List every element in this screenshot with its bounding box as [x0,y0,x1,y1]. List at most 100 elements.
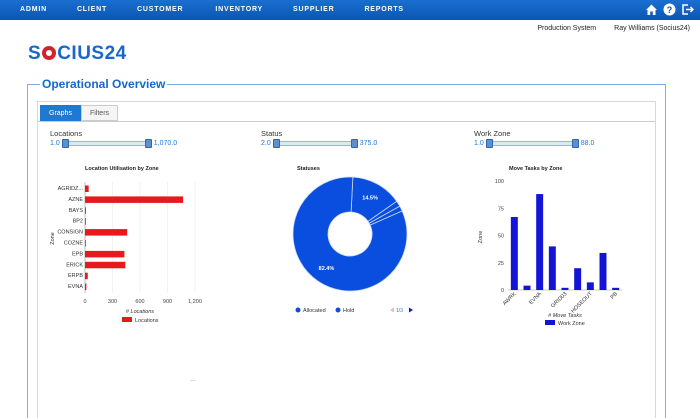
x-tick-label: 900 [163,299,172,305]
work-zone-max-value: 88.0 [580,140,595,147]
bar [85,250,125,258]
tab-bar: Graphs Filters [40,105,119,121]
help-icon[interactable]: ? [663,3,676,16]
legend-swatch [335,307,341,313]
svg-text:?: ? [667,5,673,15]
statuses-pie-chart: 82.4% 14.5% Allocated Hold 1/3 [292,176,413,314]
bar [85,229,128,236]
bar [536,194,544,290]
divider-dash [190,380,196,381]
locations-max-value: 1,070.0 [153,140,178,147]
y-tick-label: ERICK [66,262,83,268]
locations-label: Locations [50,129,83,138]
system-name: Production System [537,25,597,32]
x-tick-label: 300 [108,299,117,305]
bar [612,287,620,290]
y-tick-label: EVNA [68,284,83,290]
y-tick-label: BAYS [69,208,84,214]
legend-label: Allocated [303,308,326,314]
status-slider: Status 2.0 375.0 [261,129,378,148]
y-tick-label: CONSIGN [57,230,83,236]
x-tick-label: GRID03 [550,291,568,309]
bar [548,246,556,290]
nav-customer[interactable]: CUSTOMER [131,0,189,20]
page-title: Operational Overview [40,77,168,91]
locations-min-value: 1.0 [50,140,60,147]
x-axis-label: # Locations [126,309,154,315]
legend-next-icon [409,307,413,313]
logo-o-icon [42,46,57,60]
bar [586,282,594,290]
y-tick-label: 75 [498,206,504,212]
legend-swatch [295,307,301,313]
legend-swatch [122,317,132,322]
bar [85,272,88,280]
x-tick-label: HOSEOUT [570,291,594,315]
pie-data-label: 82.4% [319,266,335,272]
bar [85,185,89,192]
legend-swatch [545,320,555,325]
status-min-value: 2.0 [261,140,271,147]
home-icon[interactable] [645,3,658,16]
status-max-value: 375.0 [359,140,378,147]
legend-page-label: 1/3 [396,308,403,314]
work-zone-min-value: 1.0 [474,140,484,147]
top-navigation: ADMIN CLIENT CUSTOMER INVENTORY SUPPLIER… [0,0,700,20]
location-chart-title: Location Utilisation by Zone [85,166,159,172]
pie-data-label: 14.5% [362,196,378,202]
work-zone-max-handle[interactable] [571,139,579,148]
y-tick-label: BP2 [73,219,83,225]
locations-max-handle[interactable] [144,139,152,148]
x-tick-label: 1,200 [188,299,202,305]
logo: S CIUS24 [28,43,127,64]
user-name[interactable]: Ray Williams (Socius24) [614,25,690,32]
status-track[interactable] [272,139,358,148]
bar [510,216,518,290]
nav-supplier[interactable]: SUPPLIER [287,0,340,20]
bar [85,283,87,291]
tab-graphs[interactable]: Graphs [40,105,81,121]
location-utilisation-chart: 0 300 600 900 1,200 AGRIDZ... AZNE BAYS BP2 CONSI… [50,182,202,324]
x-tick-label: AWRK [502,291,518,307]
bar [523,285,531,290]
bar [85,207,86,214]
tab-filters[interactable]: Filters [80,105,119,121]
locations-slider: Locations 1.0 1,070.0 [50,129,178,148]
y-tick-label: 100 [495,179,504,185]
nav-client[interactable]: CLIENT [71,0,113,20]
y-axis-label: Zone [50,232,56,245]
y-tick-label: 0 [501,288,504,294]
y-tick-label: AGRIDZ... [58,186,84,192]
nav-reports[interactable]: REPORTS [358,0,409,20]
y-tick-label: 50 [498,234,504,240]
move-tasks-chart: 0 25 50 75 100 AWRK EVNA GRID03 HOSEOUT PB Zone # M… [478,179,622,327]
y-axis-label: Zone [478,231,484,244]
status-max-handle[interactable] [350,139,358,148]
work-zone-track[interactable] [485,139,579,148]
legend-label: Locations [135,318,159,324]
bar [85,261,126,269]
work-zone-min-handle[interactable] [485,139,493,148]
bar [574,268,582,290]
user-bar: Production System Ray Williams (Socius24… [537,25,690,32]
bar [85,196,184,203]
bar [561,287,569,290]
y-tick-label: AZNE [68,197,83,203]
work-zone-slider: Work Zone 1.0 88.0 [474,129,595,148]
bar [85,218,86,225]
locations-min-handle[interactable] [61,139,69,148]
nav-admin[interactable]: ADMIN [14,0,53,20]
legend-label: Hold [343,308,354,314]
x-tick-label: PB [610,291,620,301]
x-tick-label: EVNA [528,291,543,306]
work-zone-label: Work Zone [474,129,511,138]
bar [599,252,607,290]
x-tick-label: 600 [135,299,144,305]
locations-track[interactable] [61,139,152,148]
legend-prev-icon [390,307,394,313]
status-min-handle[interactable] [272,139,280,148]
logout-icon[interactable] [681,3,694,16]
tab-divider [38,121,655,122]
nav-inventory[interactable]: INVENTORY [209,0,269,20]
x-tick-label: 0 [83,299,86,305]
